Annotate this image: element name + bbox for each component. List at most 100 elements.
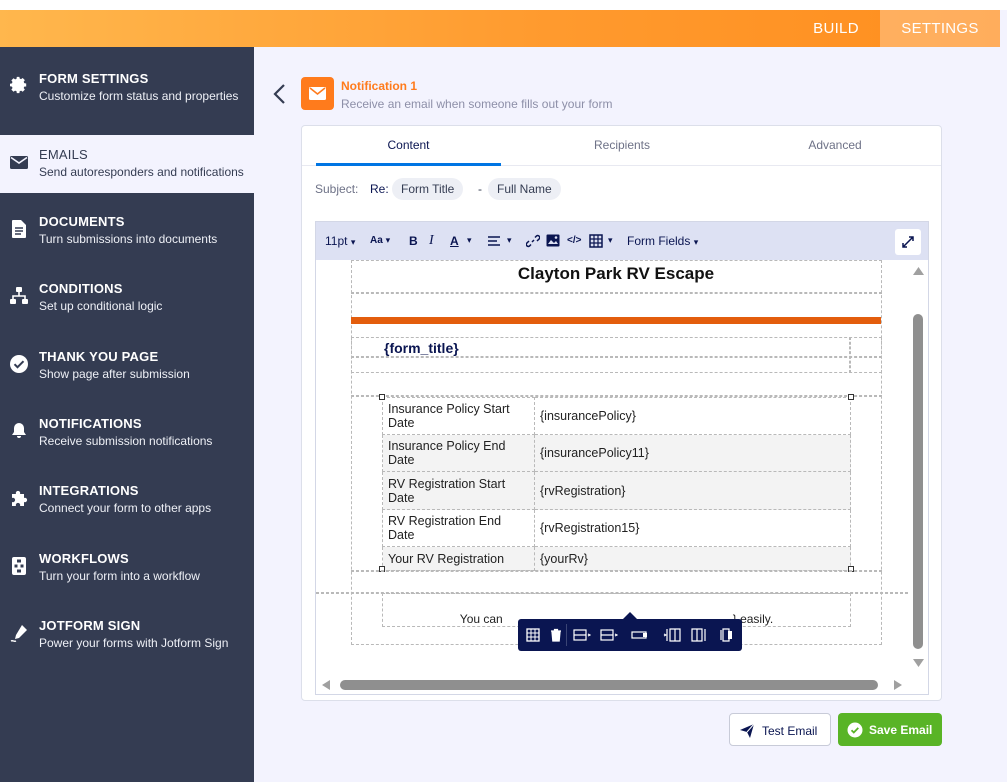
- delete-row-icon[interactable]: [631, 628, 649, 642]
- envelope-icon: [10, 156, 28, 169]
- email-tabs: Content Recipients Advanced: [302, 126, 941, 166]
- font-family-select[interactable]: Aa ▾: [370, 235, 390, 246]
- sidebar-item-subtitle: Connect your form to other apps: [39, 501, 212, 515]
- scrollbar-thumb[interactable]: [913, 314, 923, 649]
- field-label: Insurance Policy End Date: [382, 434, 535, 472]
- back-chevron-icon[interactable]: [270, 82, 290, 106]
- image-icon[interactable]: [546, 234, 560, 247]
- table-row: RV Registration Start Date {rvRegistrati…: [382, 471, 851, 510]
- sidebar-item-conditions[interactable]: CONDITIONS Set up conditional logic: [0, 269, 254, 327]
- sidebar-item-title: DOCUMENTS: [39, 214, 125, 229]
- insert-row-after-icon[interactable]: [600, 628, 618, 642]
- tab-build[interactable]: BUILD: [796, 10, 876, 47]
- sidebar-item-subtitle: Turn your form into a workflow: [39, 569, 200, 583]
- sidebar-item-title: FORM SETTINGS: [39, 71, 149, 86]
- chevron-down-icon[interactable]: ▾: [507, 235, 512, 246]
- puzzle-icon: [12, 490, 28, 506]
- subject-tag-form-title[interactable]: Form Title: [392, 178, 464, 200]
- chevron-down-icon[interactable]: ▾: [608, 235, 613, 246]
- subject-separator: -: [478, 182, 482, 196]
- field-label: Your RV Registration: [382, 546, 535, 571]
- sidebar-item-jotform-sign[interactable]: JOTFORM SIGN Power your forms with Jotfo…: [0, 606, 254, 664]
- chevron-down-icon[interactable]: ▾: [467, 235, 472, 246]
- scroll-left-icon[interactable]: [321, 679, 331, 691]
- delete-table-icon[interactable]: [549, 628, 563, 642]
- notification-envelope-icon: [301, 77, 334, 110]
- orange-divider: [351, 317, 881, 324]
- sidebar-item-title: WORKFLOWS: [39, 551, 129, 566]
- sidebar-item-documents[interactable]: DOCUMENTS Turn submissions into document…: [0, 202, 254, 260]
- sidebar-item-subtitle: Turn submissions into documents: [39, 232, 218, 246]
- notification-title: Notification 1: [341, 79, 418, 93]
- sidebar-item-title: EMAILS: [39, 147, 88, 162]
- text-color-icon[interactable]: A: [450, 234, 459, 248]
- pen-icon: [10, 625, 27, 642]
- sidebar-item-form-settings[interactable]: FORM SETTINGS Customize form status and …: [0, 59, 254, 117]
- code-icon[interactable]: </>: [567, 235, 581, 246]
- insert-column-before-icon[interactable]: [663, 628, 681, 642]
- tab-settings[interactable]: SETTINGS: [880, 10, 1000, 47]
- horizontal-scrollbar[interactable]: [316, 675, 928, 694]
- tab-advanced[interactable]: Advanced: [750, 126, 920, 166]
- scroll-right-icon[interactable]: [893, 679, 903, 691]
- form-title-tag: {form_title}: [384, 340, 459, 356]
- field-value: {insurancePolicy}: [534, 397, 851, 435]
- sidebar-item-title: INTEGRATIONS: [39, 483, 139, 498]
- submission-data-table[interactable]: Insurance Policy Start Date {insurancePo…: [382, 397, 851, 571]
- table-row: Insurance Policy End Date {insurancePoli…: [382, 434, 851, 472]
- table-properties-icon[interactable]: [526, 628, 540, 642]
- align-icon[interactable]: [487, 235, 501, 247]
- sidebar-item-workflows[interactable]: WORKFLOWS Turn your form into a workflow: [0, 539, 254, 597]
- test-email-button[interactable]: Test Email: [729, 713, 831, 746]
- sidebar-item-integrations[interactable]: INTEGRATIONS Connect your form to other …: [0, 471, 254, 529]
- resize-handle[interactable]: [848, 394, 854, 400]
- sitemap-icon: [10, 287, 28, 304]
- vertical-scrollbar[interactable]: [909, 260, 928, 675]
- rich-text-editor: 11pt ▾ Aa ▾ B I A ▾ ▾ </> ▾ Form Fields …: [315, 221, 929, 695]
- table-row: Your RV Registration {yourRv}: [382, 546, 851, 571]
- sidebar-item-title: JOTFORM SIGN: [39, 618, 141, 633]
- save-email-button[interactable]: Save Email: [838, 713, 942, 746]
- check-circle-icon: [847, 722, 863, 738]
- field-label: RV Registration Start Date: [382, 471, 535, 510]
- tab-recipients[interactable]: Recipients: [537, 126, 707, 166]
- sidebar-item-notifications[interactable]: NOTIFICATIONS Receive submission notific…: [0, 404, 254, 462]
- field-value: {insurancePolicy11}: [534, 434, 851, 472]
- scroll-down-icon[interactable]: [912, 658, 925, 668]
- font-size-select[interactable]: 11pt ▾: [325, 234, 355, 248]
- sidebar-item-title: NOTIFICATIONS: [39, 416, 142, 431]
- sidebar-item-subtitle: Show page after submission: [39, 367, 190, 381]
- check-circle-icon: [10, 355, 28, 373]
- sidebar-item-subtitle: Customize form status and properties: [39, 89, 239, 103]
- table-icon[interactable]: [589, 234, 603, 248]
- sidebar-item-title: CONDITIONS: [39, 281, 123, 296]
- email-body-document[interactable]: Clayton Park RV Escape {form_title} Insu…: [316, 260, 908, 675]
- scroll-up-icon[interactable]: [912, 266, 925, 276]
- tab-content[interactable]: Content: [316, 126, 501, 166]
- insert-column-after-icon[interactable]: [691, 628, 709, 642]
- field-label: Insurance Policy Start Date: [382, 397, 535, 435]
- sidebar-item-thank-you-page[interactable]: THANK YOU PAGE Show page after submissio…: [0, 337, 254, 395]
- paper-plane-icon: [740, 723, 755, 738]
- link-icon[interactable]: [526, 234, 540, 248]
- sidebar-item-emails[interactable]: EMAILS Send autoresponders and notificat…: [0, 135, 254, 193]
- expand-icon[interactable]: [895, 229, 921, 255]
- email-heading: Clayton Park RV Escape: [517, 264, 715, 283]
- italic-icon[interactable]: I: [429, 233, 434, 249]
- scrollbar-thumb[interactable]: [340, 680, 878, 690]
- separator: [566, 624, 567, 646]
- resize-handle[interactable]: [379, 394, 385, 400]
- insert-row-before-icon[interactable]: [573, 628, 591, 642]
- sidebar-item-subtitle: Send autoresponders and notifications: [39, 165, 244, 179]
- bold-icon[interactable]: B: [409, 234, 418, 248]
- settings-sidebar: FORM SETTINGS Customize form status and …: [0, 47, 254, 782]
- form-fields-dropdown[interactable]: Form Fields ▾: [627, 234, 698, 248]
- table-row: RV Registration End Date {rvRegistration…: [382, 509, 851, 547]
- notification-subtitle: Receive an email when someone fills out …: [341, 97, 613, 111]
- divider: [351, 292, 882, 294]
- top-nav-bar: BUILD SETTINGS: [0, 10, 1000, 47]
- document-icon: [12, 220, 26, 238]
- email-editor-card: Content Recipients Advanced Subject: Re:…: [301, 125, 942, 701]
- subject-tag-full-name[interactable]: Full Name: [488, 178, 561, 200]
- delete-column-icon[interactable]: [719, 628, 735, 642]
